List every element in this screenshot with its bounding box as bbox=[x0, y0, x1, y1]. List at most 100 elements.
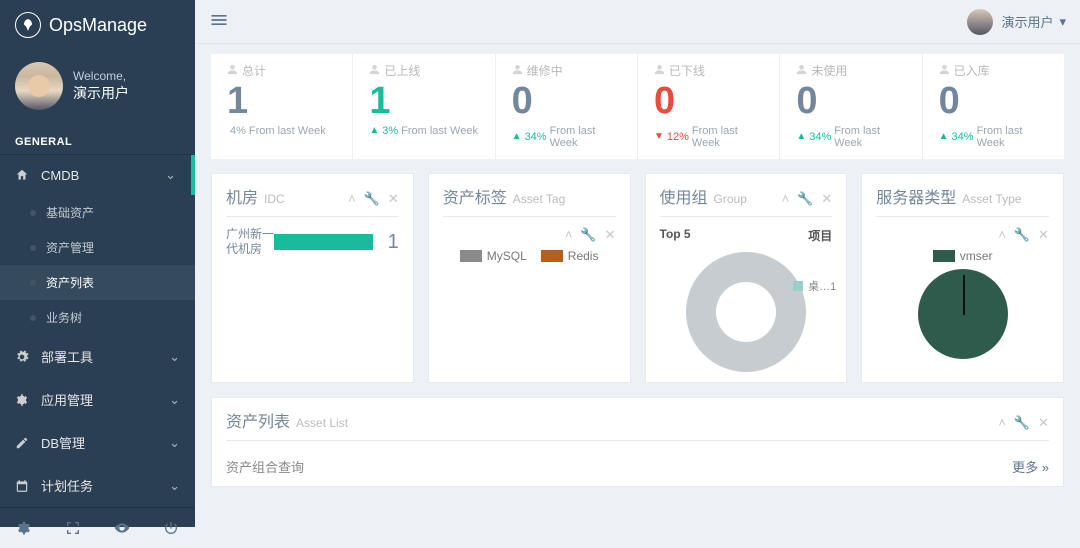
footer-lock-button[interactable] bbox=[98, 508, 147, 548]
more-link[interactable]: 更多 bbox=[1012, 457, 1049, 476]
panel-tools: ˄ 🔧 ✕ bbox=[782, 191, 833, 207]
panel-title: 资产标签 bbox=[443, 184, 507, 208]
panel-group: 使用组 Group ˄ 🔧 ✕ Top 5 项目 桌…1 bbox=[645, 173, 848, 383]
stat-tile: 维修中0▲34%From last Week bbox=[495, 54, 637, 159]
panel-subtitle: Asset Tag bbox=[513, 192, 565, 206]
wrench-icon[interactable]: 🔧 bbox=[1014, 415, 1030, 431]
chevron-up-icon[interactable]: ˄ bbox=[565, 227, 573, 243]
donut-chart bbox=[686, 252, 806, 372]
sidebar: OpsManage Welcome, 演示用户 GENERAL CMDB ⌄ 基… bbox=[0, 0, 195, 527]
bars-icon bbox=[209, 10, 229, 30]
close-icon[interactable]: ✕ bbox=[1038, 227, 1049, 243]
chevron-up-icon[interactable]: ˄ bbox=[348, 191, 356, 207]
legend-item[interactable]: vmser bbox=[933, 249, 993, 263]
swatch bbox=[541, 250, 563, 262]
submenu-item-basic-assets[interactable]: 基础资产 bbox=[0, 195, 195, 230]
user-icon bbox=[654, 64, 665, 78]
submenu-item-asset-mgmt[interactable]: 资产管理 bbox=[0, 230, 195, 265]
caret-down-icon: ▾ bbox=[1059, 14, 1066, 30]
group-col-label: 项目 bbox=[808, 227, 832, 244]
trend-arrow-icon: ▲ bbox=[796, 131, 806, 142]
tag-legend: MySQL Redis bbox=[443, 249, 616, 263]
panel-server-type: 服务器类型 Asset Type ˄ 🔧 ✕ vmser bbox=[861, 173, 1064, 383]
panel-subtitle: Asset List bbox=[296, 416, 348, 430]
close-icon[interactable]: ✕ bbox=[821, 191, 832, 207]
tile-count: 0 bbox=[796, 81, 905, 123]
menu-item-deploy[interactable]: 部署工具 ⌄ bbox=[0, 335, 195, 378]
menu-label: 部署工具 bbox=[41, 347, 93, 366]
menu-toggle-button[interactable] bbox=[209, 10, 229, 33]
submenu-item-biz-tree[interactable]: 业务树 bbox=[0, 300, 195, 335]
pie-chart bbox=[918, 269, 1008, 359]
footer-fullscreen-button[interactable] bbox=[49, 508, 98, 548]
gear-icon bbox=[15, 393, 33, 407]
chevron-down-icon: ⌄ bbox=[169, 392, 180, 408]
legend-item[interactable]: Redis bbox=[541, 249, 599, 263]
panel-title: 机房 bbox=[226, 184, 258, 208]
tile-pct: 3% bbox=[382, 125, 398, 137]
stat-tile: 已入库0▲34%From last Week bbox=[922, 54, 1064, 159]
tile-suffix: From last Week bbox=[550, 125, 621, 149]
footer-logout-button[interactable] bbox=[146, 508, 195, 548]
stat-tiles: 总计14%From last Week已上线1▲3%From last Week… bbox=[211, 54, 1064, 159]
menu-item-cmdb[interactable]: CMDB ⌄ bbox=[0, 155, 195, 195]
asset-combo-label: 资产组合查询 bbox=[226, 457, 304, 476]
rocket-icon bbox=[15, 12, 41, 38]
panel-asset-tag: 资产标签 Asset Tag ˄ 🔧 ✕ MySQL Redis bbox=[428, 173, 631, 383]
menu-label: DB管理 bbox=[41, 433, 85, 452]
menu-item-app-mgmt[interactable]: 应用管理 ⌄ bbox=[0, 378, 195, 421]
footer-settings-button[interactable] bbox=[0, 508, 49, 548]
user-icon bbox=[796, 64, 807, 78]
trend-arrow-icon: ▲ bbox=[512, 131, 522, 142]
tile-suffix: From last Week bbox=[834, 125, 905, 149]
user-icon bbox=[369, 64, 380, 78]
panel-subtitle: Asset Type bbox=[962, 192, 1021, 206]
legend-item[interactable]: MySQL bbox=[460, 249, 527, 263]
idc-bar bbox=[274, 234, 373, 250]
tile-pct: 34% bbox=[525, 131, 547, 143]
submenu-item-asset-list[interactable]: 资产列表 bbox=[0, 265, 195, 300]
server-type-legend: vmser bbox=[876, 249, 1049, 263]
idc-value: 1 bbox=[373, 231, 399, 254]
tile-count: 1 bbox=[369, 81, 478, 123]
user-icon bbox=[227, 64, 238, 78]
panel-subtitle: Group bbox=[714, 192, 747, 206]
sidebar-profile: Welcome, 演示用户 bbox=[0, 50, 195, 128]
tile-suffix: From last Week bbox=[692, 125, 763, 149]
tile-count: 0 bbox=[939, 81, 1048, 123]
chevron-down-icon: ⌄ bbox=[165, 167, 176, 183]
tile-count: 1 bbox=[227, 81, 336, 123]
swatch bbox=[460, 250, 482, 262]
idc-name: 广州新一代机房 bbox=[226, 227, 274, 258]
gear-icon bbox=[15, 350, 33, 364]
welcome-user: 演示用户 bbox=[73, 83, 129, 103]
user-menu[interactable]: 演示用户 ▾ bbox=[967, 9, 1066, 35]
chevron-up-icon[interactable]: ˄ bbox=[782, 191, 790, 207]
swatch bbox=[793, 281, 803, 291]
panel-tools: ˄ 🔧 ✕ bbox=[998, 415, 1049, 431]
welcome-label: Welcome, bbox=[73, 69, 129, 83]
menu-item-schedule[interactable]: 计划任务 ⌄ bbox=[0, 464, 195, 507]
close-icon[interactable]: ✕ bbox=[605, 227, 616, 243]
trend-arrow-icon: ▲ bbox=[939, 131, 949, 142]
wrench-icon[interactable]: 🔧 bbox=[797, 191, 813, 207]
trend-arrow-icon: ▲ bbox=[369, 125, 379, 136]
wrench-icon[interactable]: 🔧 bbox=[364, 191, 380, 207]
fullscreen-icon bbox=[65, 520, 81, 536]
tile-pct: 12% bbox=[667, 131, 689, 143]
sidebar-menu: CMDB ⌄ 基础资产 资产管理 资产列表 业务树 部署工具 ⌄ 应用管理 ⌄ bbox=[0, 155, 195, 507]
panel-title: 服务器类型 bbox=[876, 184, 956, 208]
stat-tile: 总计14%From last Week bbox=[211, 54, 352, 159]
avatar bbox=[967, 9, 993, 35]
close-icon[interactable]: ✕ bbox=[388, 191, 399, 207]
wrench-icon[interactable]: 🔧 bbox=[1014, 227, 1030, 243]
wrench-icon[interactable]: 🔧 bbox=[580, 227, 596, 243]
close-icon[interactable]: ✕ bbox=[1038, 415, 1049, 431]
chevron-up-icon[interactable]: ˄ bbox=[998, 415, 1006, 431]
brand-title: OpsManage bbox=[49, 15, 147, 36]
panel-title: 使用组 bbox=[660, 184, 708, 208]
menu-item-db-mgmt[interactable]: DB管理 ⌄ bbox=[0, 421, 195, 464]
brand[interactable]: OpsManage bbox=[0, 0, 195, 50]
group-legend-item[interactable]: 桌…1 bbox=[793, 278, 836, 294]
chevron-up-icon[interactable]: ˄ bbox=[998, 227, 1006, 243]
